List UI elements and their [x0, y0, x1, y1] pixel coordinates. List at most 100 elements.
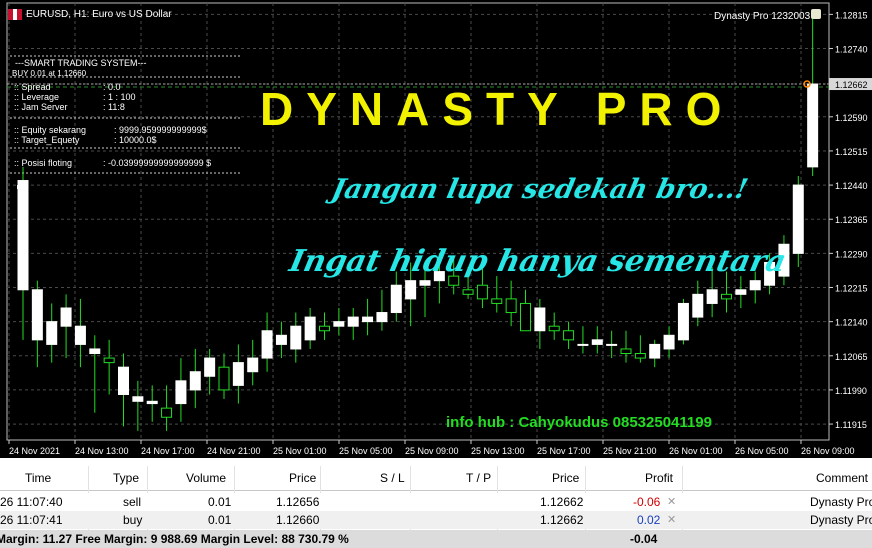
candle-body: [132, 396, 144, 402]
candle-body: [204, 357, 216, 377]
trade-marker: [17, 185, 21, 190]
candle-body: [275, 334, 287, 345]
candle-body: [118, 366, 129, 395]
candle-body: [89, 348, 101, 355]
table-row[interactable]: 26 11:07:40 sell 0.01 1.12656 1.12662 -0…: [0, 493, 872, 511]
candle-body: [548, 325, 560, 332]
candle-body: [649, 343, 661, 359]
row-profit: 0.02: [637, 513, 661, 527]
col-volume[interactable]: Volume: [186, 469, 226, 487]
candle-body: [692, 293, 704, 318]
candle-body: [60, 307, 72, 327]
candle-body: [74, 325, 86, 345]
row-profit: -0.06: [633, 495, 661, 509]
time-axis-label: 26 Nov 05:00: [735, 446, 789, 456]
candle-body: [563, 330, 575, 341]
row-price-current: 1.12662: [540, 495, 584, 509]
col-tp[interactable]: T / P: [466, 469, 491, 487]
expert-advisor-name[interactable]: Dynasty Pro 1232003: [714, 11, 810, 22]
eurusd-flag-icon: [8, 9, 22, 20]
candle-body: [721, 293, 732, 300]
col-time[interactable]: Time: [25, 469, 51, 487]
candle-body: [491, 298, 503, 304]
price-axis-label: 1.12515: [835, 147, 868, 157]
chart-area[interactable]: 1.12815 1.12740 1.12662 1.12590 1.12515 1.124…: [0, 0, 872, 458]
time-axis-label: 25 Nov 09:00: [405, 446, 459, 456]
candle-body: [749, 280, 761, 291]
candle-body: [606, 343, 618, 346]
margin-status: Margin: 11.27 Free Margin: 9 988.69 Marg…: [0, 532, 349, 546]
price-axis-label: 1.12365: [835, 215, 868, 225]
candle-body: [175, 380, 187, 405]
candle-body: [319, 325, 330, 332]
candle-body: [405, 280, 417, 300]
candle-body: [634, 353, 646, 359]
candle-body: [505, 298, 517, 314]
candle-body: [146, 400, 158, 405]
price-axis-label: 1.12140: [835, 318, 868, 328]
price-axis-label: 1.11915: [835, 420, 867, 430]
candle-body: [304, 316, 316, 341]
price-axis-label: 1.11990: [835, 386, 867, 396]
row-comment: Dynasty Pro: [810, 495, 872, 509]
col-sl[interactable]: S / L: [380, 469, 405, 487]
price-axis-label: 1.12440: [835, 181, 868, 191]
row-volume: 0.01: [208, 495, 232, 509]
time-axis-label: 25 Nov 21:00: [603, 446, 657, 456]
price-axis-label: 1.12590: [835, 113, 868, 123]
expert-hat-icon[interactable]: [811, 9, 821, 19]
row-time: 26 11:07:40: [0, 495, 63, 509]
col-price[interactable]: Price: [289, 469, 316, 487]
time-axis-label: 24 Nov 17:00: [141, 446, 195, 456]
candle-body: [189, 371, 201, 391]
row-price: 1.12656: [276, 495, 320, 509]
row-price: 1.12660: [276, 513, 320, 527]
target-equity-label: :: Target_Equety: [14, 135, 80, 145]
time-axis-label: 25 Nov 13:00: [471, 446, 525, 456]
trade-table[interactable]: Time Type Volume Price S / L T / P Price…: [0, 466, 872, 548]
col-price-current[interactable]: Price: [552, 469, 579, 487]
candle-body: [376, 312, 388, 323]
price-axis-label: 1.12065: [835, 352, 868, 362]
time-axis-label: 24 Nov 21:00: [207, 446, 261, 456]
candle-body: [218, 366, 230, 391]
candle-body: [663, 334, 675, 350]
time-axis-label: 25 Nov 01:00: [273, 446, 327, 456]
candle-body: [390, 284, 402, 314]
candle-body: [46, 321, 58, 345]
time-axis-label: 24 Nov 13:00: [75, 446, 129, 456]
server-time-label: :: Jam Server: [14, 102, 68, 112]
floating-value: : -0.03999999999999999 $: [103, 158, 212, 168]
candle-body: [347, 316, 359, 327]
total-profit: -0.04: [630, 532, 658, 546]
close-position-icon[interactable]: ✕: [667, 511, 676, 529]
row-price-current: 1.12662: [540, 513, 584, 527]
col-comment[interactable]: Comment: [816, 469, 868, 487]
candle-body: [476, 284, 488, 300]
close-position-icon[interactable]: ✕: [667, 493, 676, 511]
time-axis-label: 25 Nov 17:00: [537, 446, 591, 456]
candle-body: [103, 357, 115, 364]
price-axis-label: 1.12215: [835, 284, 868, 294]
candle-body: [706, 289, 718, 304]
candle-body: [290, 325, 302, 350]
message-hidup: Ingat hidup hanya sementara: [286, 244, 790, 279]
current-price-label: 1.12662: [835, 80, 868, 90]
row-type: buy: [123, 513, 143, 527]
candle-body: [247, 357, 259, 373]
col-type[interactable]: Type: [113, 469, 139, 487]
col-profit[interactable]: Profit: [645, 469, 673, 487]
candle-body: [161, 407, 173, 418]
candle-body: [591, 339, 603, 345]
symbol-title: EURUSD, H1: Euro vs US Dollar: [26, 9, 172, 20]
account-status-bar: Margin: 11.27 Free Margin: 9 988.69 Marg…: [0, 530, 872, 548]
candle-body: [792, 184, 804, 254]
candle-body: [577, 343, 589, 346]
price-axis-label: 1.12740: [835, 45, 868, 55]
time-axis-label: 26 Nov 09:00: [801, 446, 855, 456]
time-axis-label: 26 Nov 01:00: [669, 446, 723, 456]
time-axis-label: 24 Nov 2021: [9, 446, 60, 456]
floating-label: :: Posisi floting: [14, 158, 73, 168]
table-row[interactable]: 26 11:07:41 buy 0.01 1.12660 1.12662 0.0…: [0, 511, 872, 529]
candle-body: [261, 330, 273, 359]
